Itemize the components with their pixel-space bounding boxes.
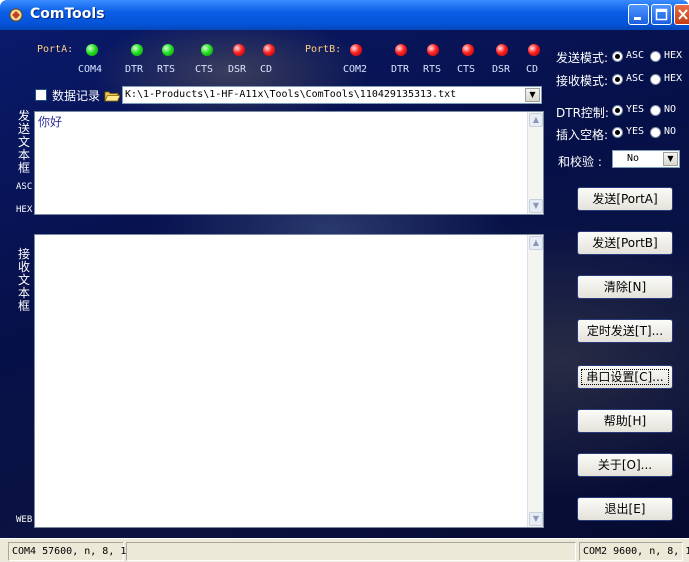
port-b-dtr-label: DTR — [391, 64, 410, 75]
receive-mode-asc-label: ASC — [626, 73, 645, 84]
port-a-com4-led — [86, 44, 98, 56]
minimize-icon — [634, 17, 641, 20]
window-title: ComTools — [30, 6, 105, 22]
port-a-cts-led — [201, 44, 213, 56]
port-b-cd-label: CD — [526, 64, 539, 75]
port-b-dsr-led — [496, 44, 508, 56]
port-a-cd-led — [263, 44, 275, 56]
dtr-no-label: NO — [664, 104, 677, 115]
scroll-down-icon[interactable]: ▼ — [529, 199, 543, 213]
status-port-b: COM2 9600, n, 8, 1 — [579, 542, 689, 561]
send-mode-label: 发送模式: — [556, 51, 609, 65]
receive-web-label[interactable]: WEB — [16, 515, 32, 525]
dtr-control-label: DTR控制: — [556, 106, 609, 120]
send-mode-hex-label: HEX — [664, 50, 683, 61]
port-b-cts-label: CTS — [457, 64, 476, 75]
port-b-cd-led — [528, 44, 540, 56]
checksum-select-value: No — [627, 153, 640, 164]
receive-mode-hex-radio[interactable] — [650, 74, 661, 85]
send-scrollbar[interactable]: ▲ ▼ — [527, 112, 543, 214]
title-bar[interactable]: ComTools — [0, 0, 689, 30]
help-button[interactable]: 帮助[H] — [577, 409, 673, 433]
port-a-dtr-label: DTR — [125, 64, 144, 75]
about-button[interactable]: 关于[O]... — [577, 453, 673, 477]
status-port-a: COM4 57600, n, 8, 1 — [8, 542, 126, 561]
send-textarea-content: 你好 — [38, 115, 63, 129]
send-mode-hex-radio[interactable] — [650, 51, 661, 62]
exit-button[interactable]: 退出[E] — [577, 497, 673, 521]
port-a-cd-label: CD — [260, 64, 273, 75]
send-mode-asc-radio[interactable] — [612, 51, 623, 62]
receive-mode-label: 接收模式: — [556, 74, 609, 88]
port-a-label: PortA: — [37, 44, 74, 55]
insert-space-yes-radio[interactable] — [612, 127, 623, 138]
app-icon — [9, 8, 23, 22]
close-button[interactable] — [674, 4, 689, 25]
send-port-a-button[interactable]: 发送[PortA] — [577, 187, 673, 211]
port-b-label: PortB: — [305, 44, 342, 55]
comtools-window: ComTools PortA: COM4 DTR RTS CTS DSR CD PortB… — [0, 0, 689, 562]
insert-space-yes-label: YES — [626, 126, 645, 137]
folder-icon[interactable] — [104, 89, 120, 102]
port-b-dsr-label: DSR — [492, 64, 511, 75]
dtr-yes-label: YES — [626, 104, 645, 115]
status-middle — [126, 542, 576, 561]
checksum-label: 和校验 : — [558, 155, 602, 169]
send-box-vertical-label: 发送文本框 — [17, 109, 30, 175]
port-a-com4-label: COM4 — [78, 64, 103, 75]
port-a-cts-label: CTS — [195, 64, 214, 75]
port-a-rts-led — [162, 44, 174, 56]
scroll-up-icon[interactable]: ▲ — [529, 236, 543, 250]
chevron-down-icon[interactable]: ▼ — [663, 152, 678, 166]
port-b-dtr-led — [395, 44, 407, 56]
receive-mode-hex-label: HEX — [664, 73, 683, 84]
receive-scrollbar[interactable]: ▲ ▼ — [527, 235, 543, 527]
port-a-dsr-led — [233, 44, 245, 56]
scroll-up-icon[interactable]: ▲ — [529, 113, 543, 127]
maximize-icon — [655, 8, 668, 21]
send-textarea[interactable]: 你好 ▲ ▼ — [34, 111, 544, 215]
dtr-yes-radio[interactable] — [612, 105, 623, 116]
scroll-down-icon[interactable]: ▼ — [529, 512, 543, 526]
send-asc-label[interactable]: ASC — [16, 182, 32, 192]
serial-settings-button[interactable]: 串口设置[C]... — [577, 365, 673, 389]
insert-space-no-label: NO — [664, 126, 677, 137]
send-hex-label[interactable]: HEX — [16, 205, 32, 215]
maximize-button[interactable] — [651, 4, 672, 25]
receive-box-vertical-label: 接收文本框 — [17, 247, 30, 313]
timed-send-button[interactable]: 定时发送[T]... — [577, 319, 673, 343]
log-file-path-value: K:\1-Products\1-HF-A11x\Tools\ComTools\1… — [125, 89, 457, 100]
dtr-no-radio[interactable] — [650, 105, 661, 116]
log-checkbox-label: 数据记录 — [52, 89, 101, 103]
port-b-rts-led — [427, 44, 439, 56]
clear-button[interactable]: 清除[N] — [577, 275, 673, 299]
port-b-rts-label: RTS — [423, 64, 442, 75]
port-b-com2-label: COM2 — [343, 64, 368, 75]
receive-mode-asc-radio[interactable] — [612, 74, 623, 85]
checksum-select[interactable]: No ▼ — [612, 150, 680, 168]
port-a-dtr-led — [131, 44, 143, 56]
chevron-down-icon[interactable]: ▼ — [525, 88, 540, 102]
minimize-button[interactable] — [628, 4, 649, 25]
insert-space-label: 插入空格: — [556, 128, 609, 142]
send-mode-asc-label: ASC — [626, 50, 645, 61]
receive-textarea[interactable]: ▲ ▼ — [34, 234, 544, 528]
close-icon — [678, 9, 688, 20]
port-a-rts-label: RTS — [157, 64, 176, 75]
insert-space-no-radio[interactable] — [650, 127, 661, 138]
log-checkbox[interactable] — [35, 89, 47, 101]
port-a-dsr-label: DSR — [228, 64, 247, 75]
send-port-b-button[interactable]: 发送[PortB] — [577, 231, 673, 255]
port-b-cts-led — [462, 44, 474, 56]
log-file-path-combo[interactable]: K:\1-Products\1-HF-A11x\Tools\ComTools\1… — [122, 86, 542, 104]
client-area: PortA: COM4 DTR RTS CTS DSR CD PortB: COM2 DTR… — [0, 30, 689, 538]
port-b-com2-led — [350, 44, 362, 56]
status-bar: COM4 57600, n, 8, 1 COM2 9600, n, 8, 1 — [0, 538, 689, 562]
